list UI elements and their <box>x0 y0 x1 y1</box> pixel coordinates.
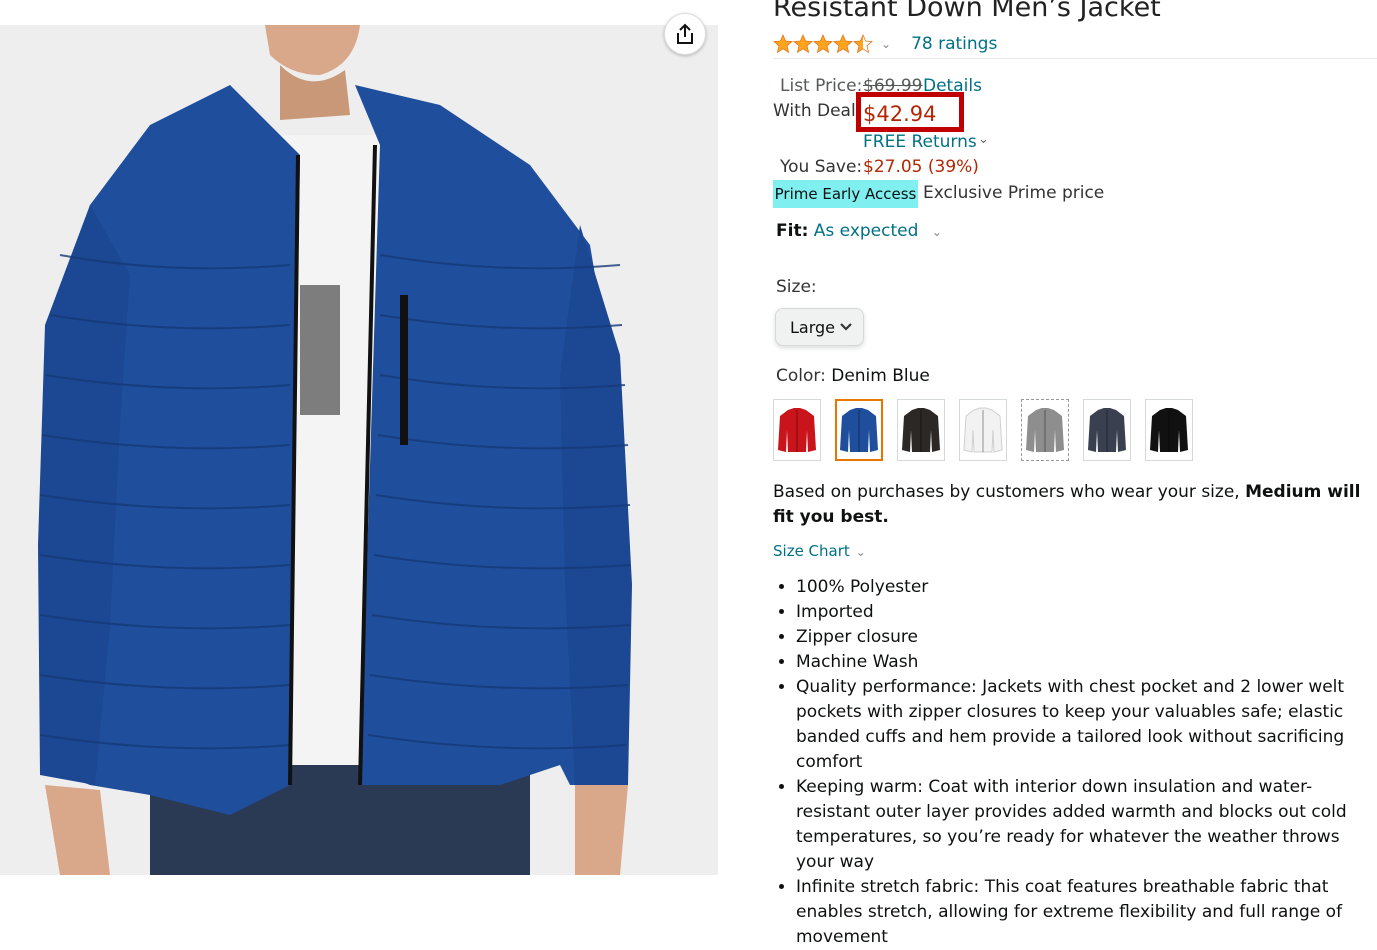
product-image[interactable] <box>0 25 718 875</box>
divider <box>773 58 1377 59</box>
feature-bullets: 100% Polyester Imported Zipper closure M… <box>773 575 1377 950</box>
free-returns-link[interactable]: FREE Returns <box>863 132 977 152</box>
size-selected: Large <box>790 317 836 337</box>
chevron-down-icon[interactable]: ⌄ <box>978 132 989 147</box>
chevron-down-icon[interactable]: ⌄ <box>856 545 866 559</box>
share-button[interactable] <box>664 13 706 55</box>
color-swatch-grey[interactable] <box>1021 399 1069 461</box>
color-row: Color: Denim Blue <box>776 366 930 386</box>
size-chart-label[interactable]: Size Chart <box>773 542 850 560</box>
swatch-jacket-icon <box>840 408 878 452</box>
rating-row[interactable]: ⌄ 78 ratings <box>773 32 997 56</box>
swatch-jacket-icon <box>1026 408 1064 452</box>
deal-price: $42.94 <box>863 102 937 126</box>
star-full-icon <box>813 34 833 54</box>
size-chart-link[interactable]: Size Chart ⌄ <box>773 542 866 560</box>
fit-value[interactable]: As expected <box>814 221 919 241</box>
swatch-jacket-icon <box>902 408 940 452</box>
color-swatch-denim-blue[interactable] <box>835 399 883 461</box>
list-item: Quality performance: Jackets with chest … <box>796 675 1377 775</box>
jacket-photo <box>38 25 632 875</box>
ratings-link[interactable]: 78 ratings <box>911 34 997 54</box>
list-price-label: List Price: <box>780 76 863 96</box>
chevron-down-icon[interactable]: ⌄ <box>932 225 942 239</box>
color-swatch-black-brown[interactable] <box>897 399 945 461</box>
chevron-down-icon <box>840 323 852 331</box>
list-item: Machine Wash <box>796 650 1377 675</box>
deal-label: With Deal: <box>773 101 862 121</box>
color-swatch-camo-navy[interactable] <box>1083 399 1131 461</box>
star-full-icon <box>833 34 853 54</box>
swatch-jacket-icon <box>1150 408 1188 452</box>
swatch-jacket-icon <box>963 407 1003 453</box>
product-title: Resistant Down Men’s Jacket <box>773 0 1161 23</box>
star-full-icon <box>793 34 813 54</box>
save-label: You Save: <box>780 157 863 177</box>
rating-stars[interactable] <box>773 34 873 54</box>
list-item: Keeping warm: Coat with interior down in… <box>796 775 1377 875</box>
color-swatch-black[interactable] <box>1145 399 1193 461</box>
fit-label: Fit: <box>776 221 809 241</box>
size-label: Size: <box>776 277 817 297</box>
fit-recommendation: Based on purchases by customers who wear… <box>773 480 1373 530</box>
swatch-jacket-icon <box>778 408 816 452</box>
star-half-icon <box>853 34 873 54</box>
recommendation-text: Based on purchases by customers who wear… <box>773 482 1246 502</box>
list-item: Infinite stretch fabric: This coat featu… <box>796 875 1377 950</box>
size-dropdown[interactable]: Large <box>775 308 864 346</box>
share-icon <box>677 23 693 44</box>
color-swatch-red[interactable] <box>773 399 821 461</box>
prime-badge: Prime Early Access <box>773 180 918 208</box>
list-item: Imported <box>796 600 1377 625</box>
save-value: $27.05 (39%) <box>863 157 979 177</box>
list-item: Zipper closure <box>796 625 1377 650</box>
color-label: Color: <box>776 366 826 386</box>
prime-text: Exclusive Prime price <box>923 183 1105 203</box>
fit-row[interactable]: Fit: As expected ⌄ <box>776 221 942 241</box>
star-full-icon <box>773 34 793 54</box>
color-swatch-white[interactable] <box>959 399 1007 461</box>
list-item: 100% Polyester <box>796 575 1377 600</box>
chevron-down-icon[interactable]: ⌄ <box>881 37 891 51</box>
color-selected: Denim Blue <box>831 366 930 386</box>
swatch-jacket-icon <box>1088 408 1126 452</box>
